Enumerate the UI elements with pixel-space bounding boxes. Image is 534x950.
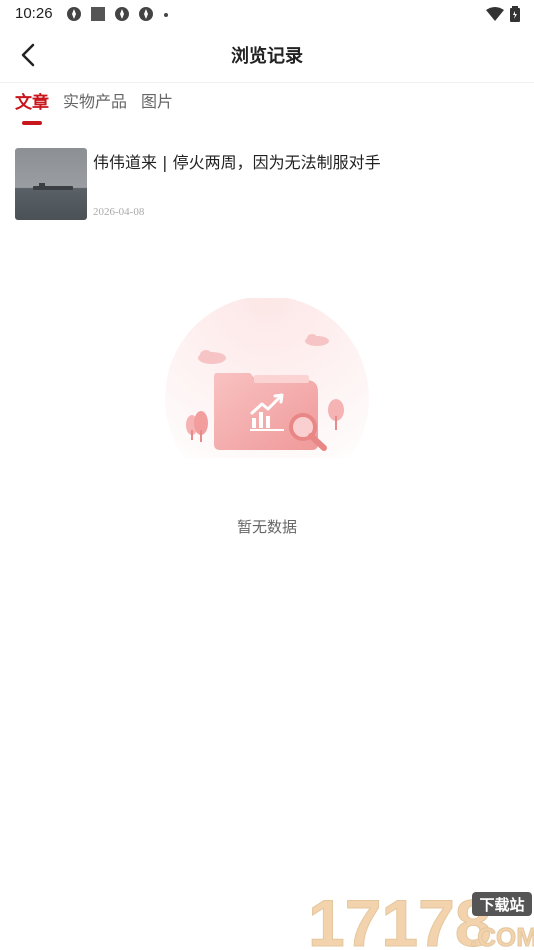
status-time: 10:26 (15, 5, 53, 22)
status-bar: 10:26 (0, 0, 534, 28)
wifi-icon (486, 7, 504, 21)
top-app-bar: 浏览记录 (0, 28, 534, 83)
article-title: 伟伟道来 | 停火两周，因为无法制服对手 (93, 153, 381, 172)
site-watermark-logo: 17178 下载站 .COM (308, 888, 534, 950)
watermark-domain: .COM (470, 922, 534, 950)
tab-articles[interactable]: 文章 (15, 88, 49, 125)
notification-icons (66, 6, 170, 22)
square-notification-icon (91, 7, 105, 21)
tab-bar: 文章 实物产品 图片 (15, 88, 173, 125)
tab-images[interactable]: 图片 (141, 88, 173, 125)
app-notification-icon (115, 7, 129, 21)
tab-physical-products[interactable]: 实物产品 (63, 88, 127, 125)
watermark-number: 17178 (308, 888, 492, 950)
empty-state-text: 暂无数据 (236, 518, 297, 536)
app-notification-icon (139, 7, 153, 21)
page-title: 浏览记录 (231, 46, 303, 67)
system-icons (486, 6, 520, 22)
empty-state-illustration (165, 298, 369, 458)
app-notification-icon (67, 7, 81, 21)
dot-icon (164, 13, 168, 17)
article-date: 2026-04-08 (93, 206, 145, 218)
battery-icon (510, 6, 520, 22)
list-item[interactable]: 伟伟道来 | 停火两周，因为无法制服对手 2026-04-08 (15, 148, 525, 222)
watermark-badge: 下载站 (479, 896, 524, 914)
article-thumbnail (15, 148, 87, 220)
